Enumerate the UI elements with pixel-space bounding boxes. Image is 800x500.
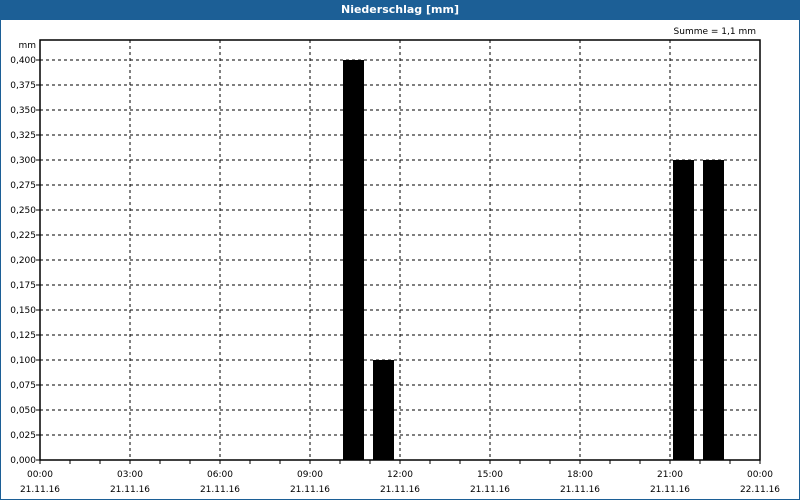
y-tick-label: 0,400 [10, 56, 36, 66]
x-tick-time-label: 21:00 [657, 470, 683, 480]
x-tick-time-label: 03:00 [117, 470, 143, 480]
x-tick-time-label: 00:00 [747, 470, 773, 480]
sum-annotation: Summe = 1,1 mm [674, 27, 756, 37]
y-tick-label: 0,175 [10, 281, 36, 291]
x-tick-time-label: 12:00 [387, 470, 413, 480]
x-tick-date-label: 21.11.16 [290, 485, 330, 495]
bar [343, 60, 364, 460]
x-tick-date-label: 21.11.16 [650, 485, 690, 495]
bar [673, 160, 694, 460]
y-tick-label: 0,125 [10, 331, 36, 341]
x-tick-date-label: 21.11.16 [470, 485, 510, 495]
y-tick-label: 0,075 [10, 381, 36, 391]
y-tick-label: 0,025 [10, 431, 36, 441]
y-tick-label: 0,225 [10, 231, 36, 241]
y-tick-label: 0,375 [10, 81, 36, 91]
x-tick-date-label: 21.11.16 [200, 485, 240, 495]
x-tick-time-label: 18:00 [567, 470, 593, 480]
x-tick-date-label: 22.11.16 [740, 485, 780, 495]
x-tick-time-label: 15:00 [477, 470, 503, 480]
x-tick-time-label: 00:00 [27, 470, 53, 480]
x-tick-time-label: 06:00 [207, 470, 233, 480]
y-tick-label: 0,275 [10, 181, 36, 191]
precipitation-chart: mm Summe = 1,1 mm 0,000 0,025 0,050 0,075 0,… [10, 27, 780, 495]
y-axis-unit: mm [18, 41, 36, 51]
x-tick-date-label: 21.11.16 [380, 485, 420, 495]
x-tick-time-label: 09:00 [297, 470, 323, 480]
y-tick-label: 0,100 [10, 356, 36, 366]
y-tick-label: 0,350 [10, 106, 36, 116]
bar [373, 360, 394, 460]
bar [703, 160, 724, 460]
y-tick-label: 0,325 [10, 131, 36, 141]
y-tick-label: 0,250 [10, 206, 36, 216]
y-tick-label: 0,300 [10, 156, 36, 166]
y-tick-label: 0,050 [10, 406, 36, 416]
x-tick-date-label: 21.11.16 [110, 485, 150, 495]
y-tick-label: 0,200 [10, 256, 36, 266]
y-tick-label: 0,000 [10, 456, 36, 466]
x-tick-date-label: 21.11.16 [560, 485, 600, 495]
y-tick-label: 0,150 [10, 306, 36, 316]
x-tick-date-label: 21.11.16 [20, 485, 60, 495]
